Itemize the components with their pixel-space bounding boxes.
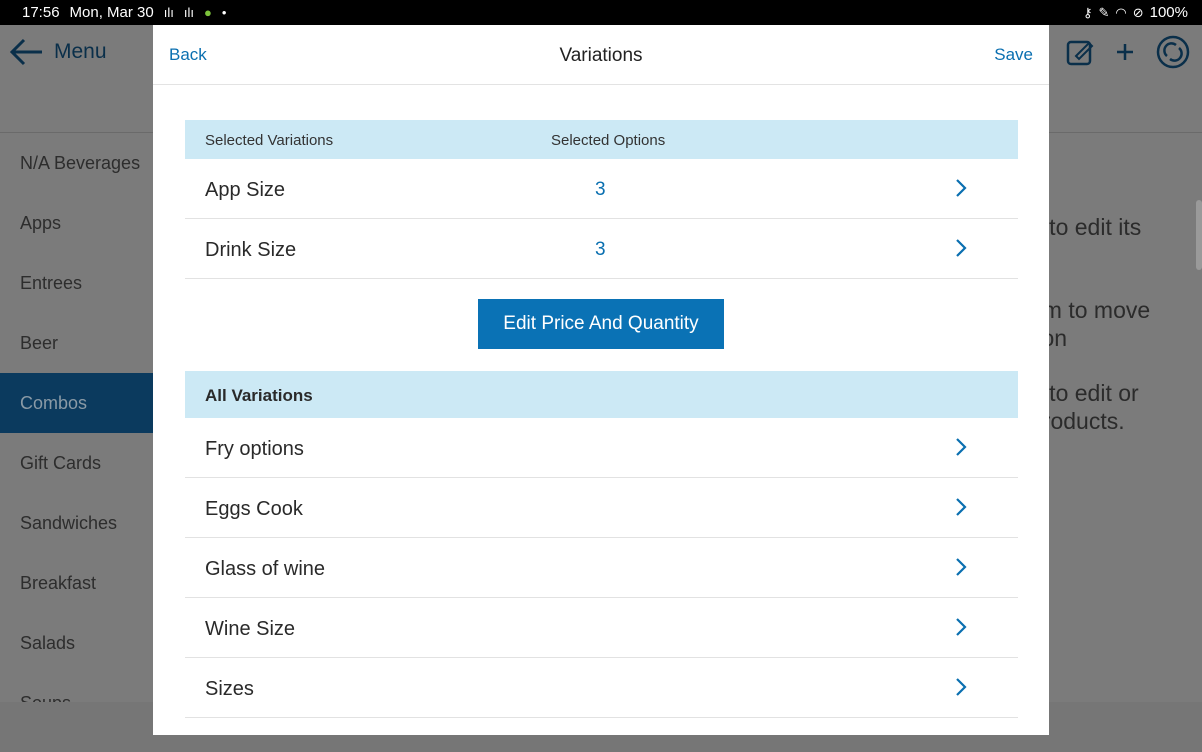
sync-icon[interactable] [1156, 35, 1190, 69]
status-bar: 17:56 Mon, Mar 30 ılı ılı ● • ⚷ ✎ ◠ ⊘ 10… [0, 0, 1202, 25]
sidebar-item-apps[interactable]: Apps [0, 193, 153, 253]
variations-modal: Back Variations Save Selected Variations… [153, 25, 1049, 735]
selected-variations-header: Selected Variations Selected Options [185, 120, 1018, 159]
signal-bars-icon: ılı [183, 5, 194, 20]
status-date: Mon, Mar 30 [69, 4, 154, 21]
chevron-right-icon [956, 179, 967, 197]
variation-row[interactable]: Glass of wine [185, 538, 1018, 598]
selected-variations-column: Selected Variations [205, 132, 334, 149]
all-variations-header: All Variations [185, 371, 1018, 418]
menu-back-button[interactable]: Menu [8, 37, 107, 67]
modal-title: Variations [559, 45, 643, 66]
android-icon: ● [204, 5, 212, 20]
chevron-right-icon [956, 438, 967, 456]
save-button[interactable]: Save [994, 45, 1033, 65]
variation-row[interactable]: Fry options [185, 418, 1018, 478]
variation-name: Sizes [205, 678, 254, 700]
selected-options-column: Selected Options [551, 132, 666, 149]
battery-level: 100% [1149, 4, 1188, 21]
sidebar-item-sandwiches[interactable]: Sandwiches [0, 493, 153, 553]
sidebar-item-na-beverages[interactable]: N/A Beverages [0, 133, 153, 193]
chevron-right-icon [956, 239, 967, 257]
edit-button-container: Edit Price And Quantity [185, 279, 1018, 371]
option-count: 3 [595, 179, 606, 200]
variation-name: Glass of wine [205, 558, 326, 580]
modal-content: Selected Variations Selected Options App… [185, 120, 1018, 718]
sidebar-item-salads[interactable]: Salads [0, 613, 153, 673]
dot-icon: • [221, 5, 227, 20]
edit-price-quantity-button[interactable]: Edit Price And Quantity [478, 299, 724, 349]
sidebar-item-gift-cards[interactable]: Gift Cards [0, 433, 153, 493]
variation-row[interactable]: Wine Size [185, 598, 1018, 658]
selected-variation-row[interactable]: App Size 3 [185, 159, 1018, 219]
selected-variation-row[interactable]: Drink Size 3 [185, 219, 1018, 279]
variation-row[interactable]: Eggs Cook [185, 478, 1018, 538]
plus-icon[interactable] [1114, 41, 1136, 63]
variation-row[interactable]: Sizes [185, 658, 1018, 718]
variation-name: Fry options [205, 438, 304, 460]
do-not-disturb-icon: ⊘ [1132, 4, 1144, 20]
chevron-right-icon [956, 558, 967, 576]
chevron-right-icon [956, 498, 967, 516]
arrow-left-icon [9, 38, 42, 66]
pen-icon: ✎ [1098, 4, 1110, 20]
scrollbar[interactable] [1196, 200, 1202, 270]
variation-name: Wine Size [205, 618, 296, 640]
sidebar-item-combos[interactable]: Combos [0, 373, 153, 433]
edit-icon[interactable] [1066, 38, 1094, 66]
signal-bars-icon: ılı [163, 5, 174, 20]
status-time: 17:56 [22, 4, 60, 21]
modal-header: Back Variations Save [153, 25, 1049, 85]
key-icon: ⚷ [1082, 4, 1093, 20]
option-count: 3 [595, 239, 606, 260]
variation-name: Eggs Cook [205, 498, 303, 520]
sidebar-item-entrees[interactable]: Entrees [0, 253, 153, 313]
sidebar-item-beer[interactable]: Beer [0, 313, 153, 373]
sidebar-item-breakfast[interactable]: Breakfast [0, 553, 153, 613]
variation-name: App Size [205, 179, 286, 201]
chevron-right-icon [956, 618, 967, 636]
variation-name: Drink Size [205, 239, 297, 261]
chevron-right-icon [956, 678, 967, 696]
wifi-icon: ◠ [1115, 4, 1127, 20]
category-sidebar: N/A Beverages Apps Entrees Beer Combos G… [0, 133, 154, 752]
all-variations-title: All Variations [205, 386, 313, 405]
app-title: Menu [54, 40, 107, 63]
